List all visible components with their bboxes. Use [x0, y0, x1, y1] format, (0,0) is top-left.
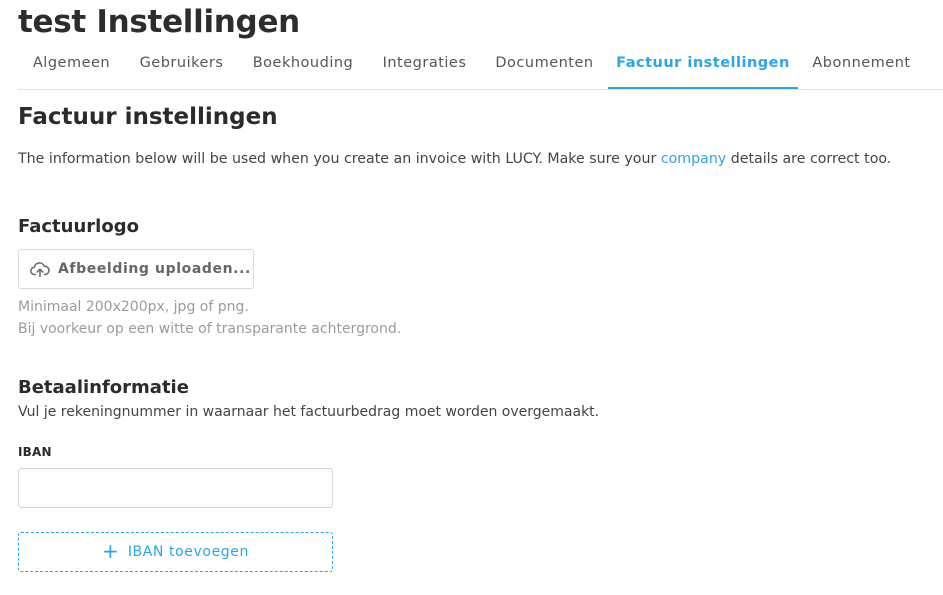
- tab-algemeen[interactable]: Algemeen: [18, 44, 125, 89]
- upload-logo-button[interactable]: Afbeelding uploaden...: [18, 249, 254, 289]
- upload-logo-label: Afbeelding uploaden...: [58, 261, 251, 277]
- page-title: test Instellingen: [18, 4, 300, 40]
- logo-heading: Factuurlogo: [18, 216, 139, 237]
- intro-text: The information below will be used when …: [18, 151, 891, 167]
- intro-text-after: details are correct too.: [726, 151, 892, 167]
- tab-abonnement[interactable]: Abonnement: [798, 44, 925, 89]
- cloud-upload-icon: [30, 261, 50, 277]
- tab-gebruikers[interactable]: Gebruikers: [125, 44, 238, 89]
- company-link[interactable]: company: [661, 151, 726, 167]
- iban-input[interactable]: [18, 468, 333, 508]
- tab-documenten[interactable]: Documenten: [481, 44, 608, 89]
- add-iban-label: IBAN toevoegen: [127, 544, 249, 560]
- intro-text-before: The information below will be used when …: [18, 151, 661, 167]
- logo-hint-background: Bij voorkeur op een witte of transparant…: [18, 321, 402, 337]
- plus-icon: +: [102, 539, 119, 563]
- iban-label: IBAN: [18, 445, 52, 459]
- tab-boekhouding[interactable]: Boekhouding: [238, 44, 368, 89]
- tab-factuur-instellingen[interactable]: Factuur instellingen: [608, 44, 798, 89]
- tab-integraties[interactable]: Integraties: [368, 44, 481, 89]
- payment-heading: Betaalinformatie: [18, 377, 189, 398]
- section-title: Factuur instellingen: [18, 104, 278, 130]
- add-iban-button[interactable]: + IBAN toevoegen: [18, 532, 333, 572]
- logo-hint-size: Minimaal 200x200px, jpg of png.: [18, 299, 249, 315]
- settings-tabs: Algemeen Gebruikers Boekhouding Integrat…: [18, 44, 943, 90]
- payment-description: Vul je rekeningnummer in waarnaar het fa…: [18, 404, 600, 420]
